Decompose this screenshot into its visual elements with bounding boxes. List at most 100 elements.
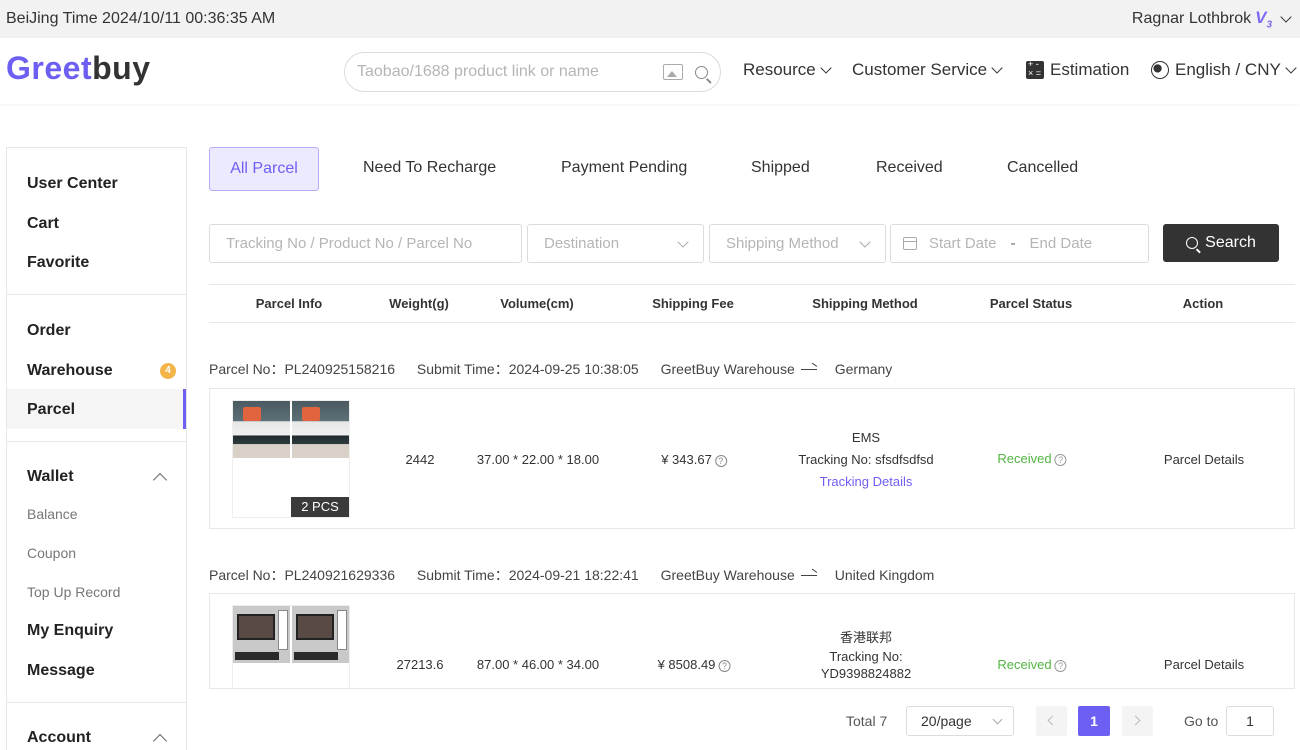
chevron-up-icon[interactable]	[152, 472, 168, 488]
tab-shipped[interactable]: Shipped	[751, 147, 810, 191]
date-separator: -	[1010, 235, 1016, 252]
search-icon[interactable]	[695, 65, 708, 79]
chevron-up-icon[interactable]	[152, 733, 168, 749]
submit-time: Submit Time：2024-09-21 18:22:41	[416, 567, 639, 583]
sidebar-item-account[interactable]: Account	[27, 729, 91, 747]
search-input[interactable]	[357, 63, 663, 81]
sidebar-item-warehouse[interactable]: Warehouse	[27, 362, 113, 380]
tab-payment-pending[interactable]: Payment Pending	[561, 147, 687, 191]
sidebar-item-top-up-record[interactable]: Top Up Record	[27, 584, 120, 600]
nav-customer-service[interactable]: Customer Service	[852, 60, 1005, 80]
beijing-time: BeiJing Time 2024/10/11 00:36:35 AM	[6, 10, 276, 27]
goto-page-input[interactable]: 1	[1226, 706, 1274, 736]
product-search-box	[344, 52, 721, 92]
chevron-down-icon	[1285, 62, 1297, 74]
submit-time: Submit Time：2024-09-25 10:38:05	[416, 361, 639, 377]
tab-all-parcel[interactable]: All Parcel	[209, 147, 319, 191]
sidebar-divider	[7, 702, 186, 703]
chevron-down-icon	[1280, 11, 1292, 23]
chevron-down-icon	[992, 714, 1003, 725]
product-image	[292, 401, 349, 458]
shipping-method-select[interactable]: Shipping Method	[709, 224, 886, 263]
sidebar-item-parcel[interactable]: Parcel	[27, 401, 75, 419]
sidebar-item-coupon[interactable]: Coupon	[27, 545, 76, 561]
calendar-icon	[903, 237, 917, 250]
status-badge: Received?	[997, 451, 1067, 466]
help-icon[interactable]: ?	[714, 454, 727, 467]
col-shipping-method: Shipping Method	[812, 296, 918, 311]
pieces-count: 2 PCS	[291, 497, 349, 517]
start-date[interactable]: Start Date	[929, 235, 997, 252]
image-search-icon[interactable]	[663, 64, 683, 80]
table-header: Parcel Info Weight(g) Volume(cm) Shippin…	[209, 284, 1295, 323]
calculator-icon	[1026, 59, 1044, 79]
status-badge: Received?	[997, 657, 1067, 672]
weight-value: 27213.6	[396, 657, 444, 672]
prev-page-button[interactable]	[1036, 706, 1067, 736]
chevron-down-icon	[859, 235, 871, 248]
parcel-thumbnails[interactable]	[232, 605, 350, 695]
help-icon[interactable]: ?	[1054, 453, 1067, 466]
sidebar-item-message[interactable]: Message	[27, 662, 95, 680]
sidebar-item-order[interactable]: Order	[27, 322, 71, 340]
route-to: Germany	[834, 361, 893, 377]
weight-value: 2442	[405, 452, 435, 467]
tracking-details-link[interactable]: Tracking Details	[820, 474, 913, 489]
shipping-method-value: EMS	[851, 430, 881, 445]
sidebar-item-favorite[interactable]: Favorite	[27, 254, 89, 272]
help-icon[interactable]: ?	[1054, 659, 1067, 672]
sidebar-item-user-center[interactable]: User Center	[27, 175, 118, 193]
search-icon	[1186, 237, 1199, 249]
col-volume: Volume(cm)	[500, 296, 574, 311]
sidebar-item-cart[interactable]: Cart	[27, 215, 59, 233]
sidebar: User Center Cart Favorite Order Warehous…	[6, 147, 187, 750]
current-page[interactable]: 1	[1078, 706, 1110, 736]
end-date[interactable]: End Date	[1030, 235, 1093, 252]
product-image	[233, 606, 290, 663]
nav-estimation[interactable]: Estimation	[1026, 59, 1129, 80]
tracking-number: YD9398824882	[820, 666, 912, 681]
tab-cancelled[interactable]: Cancelled	[1007, 147, 1078, 191]
globe-icon	[1151, 61, 1169, 79]
sidebar-item-balance[interactable]: Balance	[27, 506, 78, 522]
route-from: GreetBuy Warehouse	[660, 361, 795, 377]
volume-value: 37.00 * 22.00 * 18.00	[476, 452, 600, 467]
greetbuy-logo[interactable]: Greetbuy	[6, 50, 150, 87]
tab-need-to-recharge[interactable]: Need To Recharge	[363, 147, 496, 191]
help-icon[interactable]: ?	[718, 659, 731, 672]
route-to: United Kingdom	[834, 567, 935, 583]
col-parcel-info: Parcel Info	[255, 296, 323, 311]
pagination: Total 7 20/page 1 Go to 1	[209, 688, 1295, 750]
next-page-button[interactable]	[1122, 706, 1153, 736]
shipping-fee-value: ¥ 8508.49?	[658, 657, 731, 672]
chevron-right-icon	[1130, 715, 1141, 726]
product-image	[292, 606, 349, 663]
search-button[interactable]: Search	[1163, 224, 1279, 262]
chevron-down-icon	[991, 62, 1003, 74]
parcel-details-link[interactable]: Parcel Details	[1164, 452, 1244, 467]
warehouse-count-badge: 4	[160, 363, 176, 379]
user-menu[interactable]: Ragnar Lothbrok V3	[1132, 8, 1294, 30]
parcel-details-link[interactable]: Parcel Details	[1164, 657, 1244, 672]
product-image	[233, 401, 290, 458]
parcel-number: Parcel No：PL240921629336	[209, 567, 396, 583]
destination-select[interactable]: Destination	[527, 224, 704, 263]
total-count: Total 7	[846, 713, 888, 729]
main-header: Greetbuy Resource Customer Service Estim…	[0, 38, 1300, 104]
parcel-thumbnails[interactable]: 2 PCS	[232, 400, 350, 518]
sidebar-item-wallet[interactable]: Wallet	[27, 468, 74, 486]
username: Ragnar Lothbrok	[1131, 9, 1252, 27]
keyword-filter-input[interactable]: Tracking No / Product No / Parcel No	[209, 224, 522, 263]
arrow-right-icon	[800, 368, 817, 370]
sidebar-item-my-enquiry[interactable]: My Enquiry	[27, 622, 113, 640]
date-range-picker[interactable]: Start Date - End Date	[890, 224, 1149, 263]
sidebar-divider	[7, 294, 186, 295]
tab-received[interactable]: Received	[876, 147, 943, 191]
page-size-select[interactable]: 20/page	[906, 706, 1014, 736]
nav-resource[interactable]: Resource	[743, 60, 834, 80]
parcel-number: Parcel No：PL240925158216	[209, 361, 396, 377]
shipping-fee-value: ¥ 343.67?	[661, 452, 727, 467]
parcel-meta: Parcel No：PL240921629336 Submit Time：202…	[209, 565, 952, 585]
nav-language-currency[interactable]: English / CNY	[1151, 60, 1299, 80]
route-from: GreetBuy Warehouse	[660, 567, 795, 583]
